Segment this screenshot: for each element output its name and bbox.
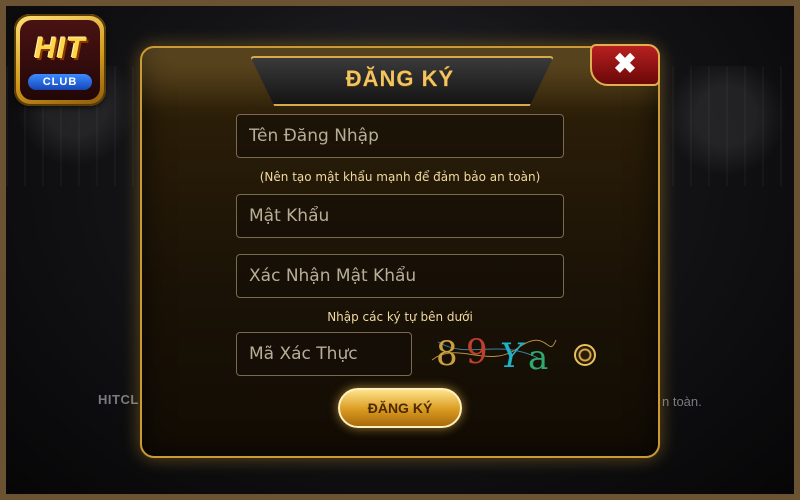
captcha-char: 9 (466, 332, 488, 372)
captcha-char: a (528, 338, 549, 378)
confirm-password-input[interactable] (236, 254, 564, 298)
hitclub-logo: HIT CLUB (14, 14, 106, 106)
password-input[interactable] (236, 194, 564, 238)
username-input[interactable] (236, 114, 564, 158)
captcha-hint: Nhập các ký tự bên dưới (327, 310, 473, 324)
register-dialog: ĐĂNG KÝ ✖ (Nên tạo mật khẩu mạnh để đảm … (140, 44, 660, 458)
logo-club-text: CLUB (28, 74, 92, 90)
background-text-right: n toàn. (662, 394, 702, 409)
captcha-input[interactable] (236, 332, 412, 376)
background-text-left: HITCL (98, 392, 139, 407)
close-icon: ✖ (613, 48, 637, 79)
dialog-title: ĐĂNG KÝ (345, 66, 455, 91)
register-submit-button[interactable]: ĐĂNG KÝ (338, 388, 462, 428)
captcha-image: 8 9 Y a (428, 330, 558, 378)
captcha-char: 8 (436, 334, 458, 374)
captcha-refresh-icon[interactable] (574, 344, 596, 366)
close-button[interactable]: ✖ (590, 44, 660, 86)
password-hint: (Nên tạo mật khẩu mạnh để đảm bảo an toà… (259, 170, 541, 184)
captcha-char: Y (500, 336, 523, 376)
logo-hit-text: HIT (34, 32, 86, 65)
